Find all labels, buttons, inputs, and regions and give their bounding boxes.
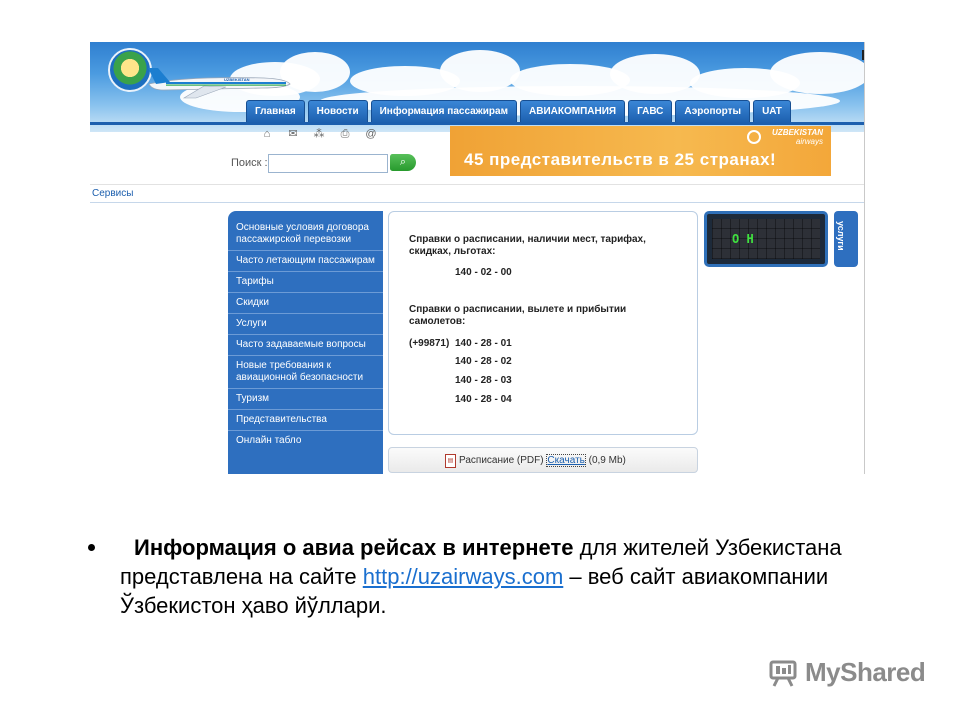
phone-prefix: (+99871) <box>409 338 450 349</box>
search-icon: ⌕ <box>399 156 407 168</box>
menu-item-faq[interactable]: Часто задаваемые вопросы <box>228 335 383 356</box>
phone-number: 140 - 02 - 00 <box>455 267 512 278</box>
menu-item-tariffs[interactable]: Тарифы <box>228 272 383 293</box>
nav-news[interactable]: Новости <box>307 100 368 124</box>
menu-item-tourism[interactable]: Туризм <box>228 389 383 410</box>
menu-item-online-board[interactable]: Онлайн табло <box>228 431 383 451</box>
divider <box>90 184 864 185</box>
search-button[interactable]: ⌕ <box>390 154 416 171</box>
website-screenshot: UZBEKISTAN Главная Новости Информация па… <box>90 42 865 474</box>
website-link[interactable]: http://uzairways.com <box>363 564 564 589</box>
download-text: Расписание (PDF) Скачать (0,9 Mb) <box>459 454 626 467</box>
nav-airline[interactable]: АВИАКОМПАНИЯ <box>520 100 626 124</box>
presentation-icon <box>769 660 797 687</box>
sitemap-icon[interactable]: ⁂ <box>312 128 326 140</box>
nav-airports[interactable]: Аэропорты <box>675 100 751 124</box>
contact-info-panel: Справки о расписании, наличии мест, тари… <box>388 211 698 435</box>
banner-edge-mark <box>862 50 864 60</box>
myshared-watermark: MyShared <box>767 654 927 692</box>
nav-gavs[interactable]: ГАВС <box>628 100 673 124</box>
download-link[interactable]: Скачать <box>546 454 586 467</box>
mail-icon[interactable]: ✉ <box>286 128 300 140</box>
services-tab[interactable]: услуги <box>834 211 858 267</box>
phone-number: 140 - 28 - 01 <box>455 338 512 349</box>
flight-board-widget[interactable]: O H <box>704 211 828 267</box>
promo-banner[interactable]: UZBEKISTAN airways 45 представительств в … <box>450 126 831 176</box>
print-icon[interactable]: ⎙ <box>338 128 352 140</box>
info-heading-flights: Справки о расписании, вылете и прибытии … <box>409 304 627 327</box>
phone-number: 140 - 28 - 02 <box>455 356 512 367</box>
services-tab-label: услуги <box>836 221 846 251</box>
divider <box>90 202 864 203</box>
menu-item-services[interactable]: Услуги <box>228 314 383 335</box>
menu-item-contract-terms[interactable]: Основные условия договора пассажирской п… <box>228 211 383 251</box>
utility-icons: ⌂ ✉ ⁂ ⎙ @ <box>260 128 378 140</box>
watermark-text: MyShared <box>805 657 926 687</box>
phone-number: 140 - 28 - 04 <box>455 394 512 405</box>
board-screen: O H <box>712 219 820 259</box>
menu-item-discounts[interactable]: Скидки <box>228 293 383 314</box>
menu-item-security[interactable]: Новые требования к авиационной безопасно… <box>228 356 383 389</box>
download-label: Расписание (PDF) <box>459 455 544 466</box>
menu-item-frequent-flyers[interactable]: Часто летающим пассажирам <box>228 251 383 272</box>
caption-bold: Информация о авиа рейсах в интернете <box>134 535 574 560</box>
plane-livery-text: UZBEKISTAN <box>224 77 250 82</box>
nav-passenger-info[interactable]: Информация пассажирам <box>370 100 517 124</box>
nav-home[interactable]: Главная <box>246 100 305 124</box>
airline-logo: UZBEKISTAN airways <box>772 128 823 146</box>
breadcrumb[interactable]: Сервисы <box>92 188 133 199</box>
main-nav: Главная Новости Информация пассажирам АВ… <box>246 100 791 124</box>
nav-uat[interactable]: UAT <box>753 100 791 124</box>
download-size: (0,9 Mb) <box>588 455 626 466</box>
download-bar: ▤ Расписание (PDF) Скачать (0,9 Mb) <box>388 447 698 473</box>
search-input[interactable] <box>268 154 388 173</box>
phone-number: 140 - 28 - 03 <box>455 375 512 386</box>
menu-item-offices[interactable]: Представительства <box>228 410 383 431</box>
board-text: O H <box>732 232 754 246</box>
services-menu: Основные условия договора пассажирской п… <box>228 211 383 474</box>
nav-underline <box>90 122 864 125</box>
search-label: Поиск : <box>231 157 268 169</box>
home-icon[interactable]: ⌂ <box>260 128 274 140</box>
bullet-icon <box>88 544 95 551</box>
airplane-image: UZBEKISTAN <box>148 68 291 99</box>
pdf-icon: ▤ <box>445 454 456 468</box>
info-heading-reservations: Справки о расписании, наличии мест, тари… <box>409 234 646 257</box>
slide-caption: Информация о авиа рейсах в интернете для… <box>120 533 860 620</box>
promo-text: 45 представительств в 25 странах! <box>464 150 777 169</box>
at-icon[interactable]: @ <box>364 128 378 140</box>
